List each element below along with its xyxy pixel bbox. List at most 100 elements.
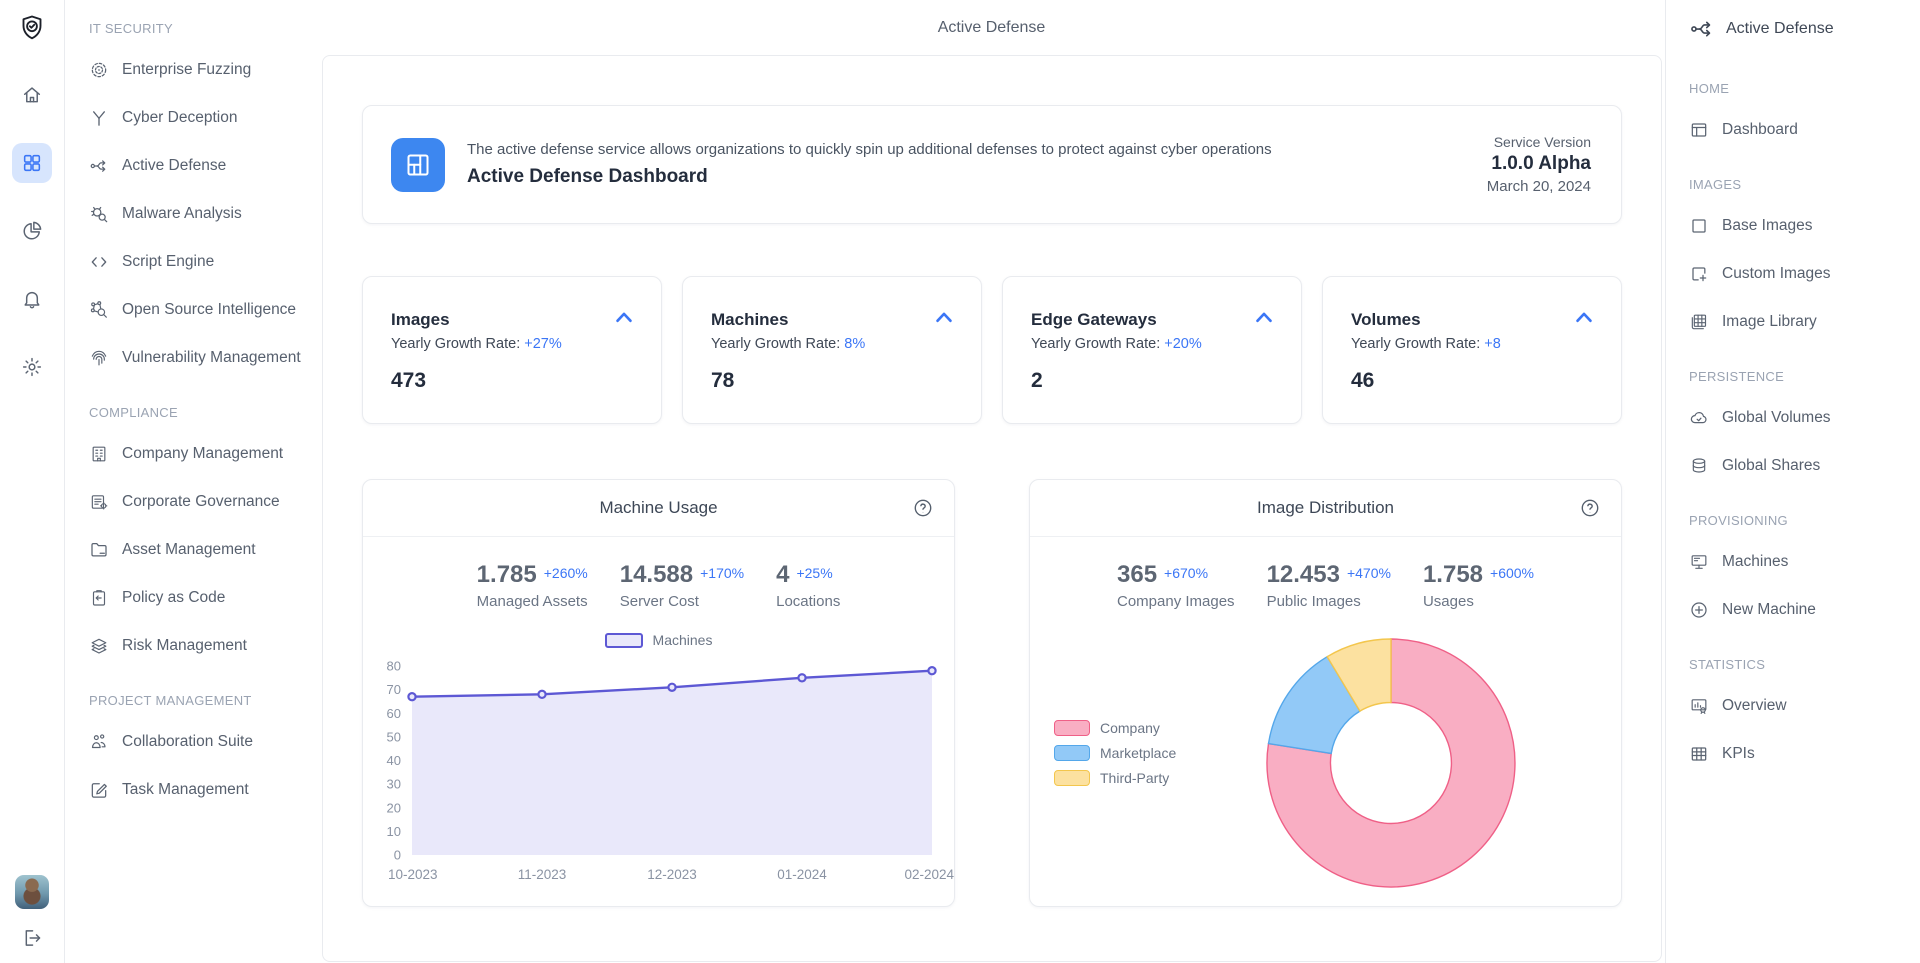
right-sidebar-item-base-images[interactable]: Base Images [1689, 202, 1912, 250]
network-search-icon [89, 300, 109, 320]
stat-card-growth: Yearly Growth Rate: +8 [1351, 336, 1595, 352]
banner-title: Active Defense Dashboard [467, 166, 1272, 188]
sidebar-item-cyber-deception[interactable]: Cyber Deception [89, 94, 310, 142]
rail-item-bell[interactable] [12, 279, 52, 319]
legend-label: Company [1100, 720, 1160, 736]
chevron-up-icon[interactable] [611, 305, 637, 336]
right-sidebar-item-machines[interactable]: Machines [1689, 538, 1912, 586]
chart-stat-delta: +260% [544, 562, 588, 581]
help-icon[interactable] [912, 497, 934, 524]
service-version-date: March 20, 2024 [1487, 178, 1591, 195]
chart-title: Machine Usage [363, 480, 954, 537]
sidebar-item-label: Script Engine [122, 253, 214, 271]
stat-card-growth: Yearly Growth Rate: +27% [391, 336, 635, 352]
chart-stat-value: 365 [1117, 562, 1157, 588]
sidebar-item-vulnerability-management[interactable]: Vulnerability Management [89, 334, 310, 382]
chevron-up-icon[interactable] [931, 305, 957, 336]
stat-card-images: Images Yearly Growth Rate: +27% 473 [362, 276, 662, 424]
svg-text:01-2024: 01-2024 [777, 867, 827, 882]
rail-item-grid[interactable] [12, 143, 52, 183]
right-sidebar-item-label: Machines [1722, 553, 1788, 571]
chevron-up-icon[interactable] [1251, 305, 1277, 336]
right-sidebar-section-label: PROVISIONING [1689, 512, 1912, 530]
chart-stat-label: Company Images [1117, 593, 1235, 610]
stat-card-machines: Machines Yearly Growth Rate: 8% 78 [682, 276, 982, 424]
bug-search-icon [89, 204, 109, 224]
logout-icon[interactable] [21, 927, 43, 949]
stat-card-row: Images Yearly Growth Rate: +27% 473 Mach… [362, 276, 1622, 424]
svg-text:10-2023: 10-2023 [388, 867, 438, 882]
legend-item-third-party[interactable]: Third-Party [1054, 770, 1176, 786]
machine-usage-line-chart: 0102030405060708010-202311-202312-202301… [363, 652, 957, 902]
legend-swatch [605, 633, 643, 648]
sidebar-item-label: Vulnerability Management [122, 349, 301, 367]
right-sidebar-item-image-library[interactable]: Image Library [1689, 298, 1912, 346]
legend-item-marketplace[interactable]: Marketplace [1054, 745, 1176, 761]
chart-stat-managed-assets: 1.785+260% Managed Assets [477, 562, 588, 610]
right-sidebar-item-dashboard[interactable]: Dashboard [1689, 106, 1912, 154]
sidebar-item-script-engine[interactable]: Script Engine [89, 238, 310, 286]
branch-icon [89, 108, 109, 128]
chart-stat-delta: +600% [1490, 562, 1534, 581]
stats-window-icon [1689, 696, 1709, 716]
chart-stat-locations: 4+25% Locations [776, 562, 840, 610]
chart-stats: 365+670% Company Images 12.453+470% Publ… [1030, 562, 1621, 610]
right-sidebar-item-label: Global Volumes [1722, 409, 1831, 427]
layers-icon [89, 636, 109, 656]
chart-stat-public-images: 12.453+470% Public Images [1267, 562, 1391, 610]
sidebar-item-asset-management[interactable]: Asset Management [89, 526, 310, 574]
chart-stat-value: 1.758 [1423, 562, 1483, 588]
sidebar-item-collaboration-suite[interactable]: Collaboration Suite [89, 718, 310, 766]
pie-icon [21, 220, 43, 242]
rail-item-pie[interactable] [12, 211, 52, 251]
svg-text:40: 40 [387, 753, 401, 768]
folder-icon [89, 540, 109, 560]
right-sidebar-item-kpis[interactable]: KPIs [1689, 730, 1912, 778]
sidebar-item-risk-management[interactable]: Risk Management [89, 622, 310, 670]
chevron-up-icon[interactable] [1571, 305, 1597, 336]
user-avatar[interactable] [15, 875, 49, 909]
sidebar-item-policy-as-code[interactable]: Policy as Code [89, 574, 310, 622]
sidebar-item-enterprise-fuzzing[interactable]: Enterprise Fuzzing [89, 46, 310, 94]
right-sidebar-item-overview[interactable]: Overview [1689, 682, 1912, 730]
banner-text: The active defense service allows organi… [467, 141, 1272, 188]
chart-stat-delta: +470% [1347, 562, 1391, 581]
service-version-block: Service Version 1.0.0 Alpha March 20, 20… [1487, 134, 1591, 195]
grid-stack-icon [1689, 312, 1709, 332]
flow-branch-icon [1689, 16, 1715, 42]
legend-item-machines[interactable]: Machines [363, 632, 954, 648]
svg-text:12-2023: 12-2023 [647, 867, 697, 882]
right-sidebar-item-custom-images[interactable]: Custom Images [1689, 250, 1912, 298]
stat-card-value: 46 [1351, 369, 1595, 393]
help-icon[interactable] [1579, 497, 1601, 524]
sidebar-section-label: COMPLIANCE [89, 404, 310, 422]
sidebar-item-corporate-governance[interactable]: Corporate Governance [89, 478, 310, 526]
right-sidebar-title: Active Defense [1726, 20, 1834, 38]
right-sidebar-item-global-shares[interactable]: Global Shares [1689, 442, 1912, 490]
right-sidebar-item-label: KPIs [1722, 745, 1755, 763]
service-version-value: 1.0.0 Alpha [1487, 153, 1591, 175]
sidebar-item-active-defense[interactable]: Active Defense [89, 142, 310, 190]
monitor-icon [1689, 552, 1709, 572]
stat-card-value: 78 [711, 369, 955, 393]
flow-branch-icon [89, 156, 109, 176]
chart-stat-label: Public Images [1267, 593, 1391, 610]
legend-item-company[interactable]: Company [1054, 720, 1176, 736]
stat-card-title: Volumes [1351, 310, 1595, 330]
stat-card-edge-gateways: Edge Gateways Yearly Growth Rate: +20% 2 [1002, 276, 1302, 424]
left-sidebar: IT SECURITYEnterprise FuzzingCyber Decep… [65, 0, 318, 963]
building-icon [89, 444, 109, 464]
sidebar-item-open-source-intelligence[interactable]: Open Source Intelligence [89, 286, 310, 334]
legend-swatch [1054, 770, 1090, 786]
image-distribution-card: Image Distribution 365+670% Company Imag… [1029, 479, 1622, 907]
stat-card-title: Machines [711, 310, 955, 330]
rail-item-home[interactable] [12, 75, 52, 115]
sidebar-item-company-management[interactable]: Company Management [89, 430, 310, 478]
svg-text:30: 30 [387, 777, 401, 792]
sidebar-item-malware-analysis[interactable]: Malware Analysis [89, 190, 310, 238]
sidebar-item-task-management[interactable]: Task Management [89, 766, 310, 814]
right-sidebar-item-new-machine[interactable]: New Machine [1689, 586, 1912, 634]
right-sidebar-item-global-volumes[interactable]: Global Volumes [1689, 394, 1912, 442]
rail-item-gear[interactable] [12, 347, 52, 387]
sidebar-item-label: Asset Management [122, 541, 256, 559]
